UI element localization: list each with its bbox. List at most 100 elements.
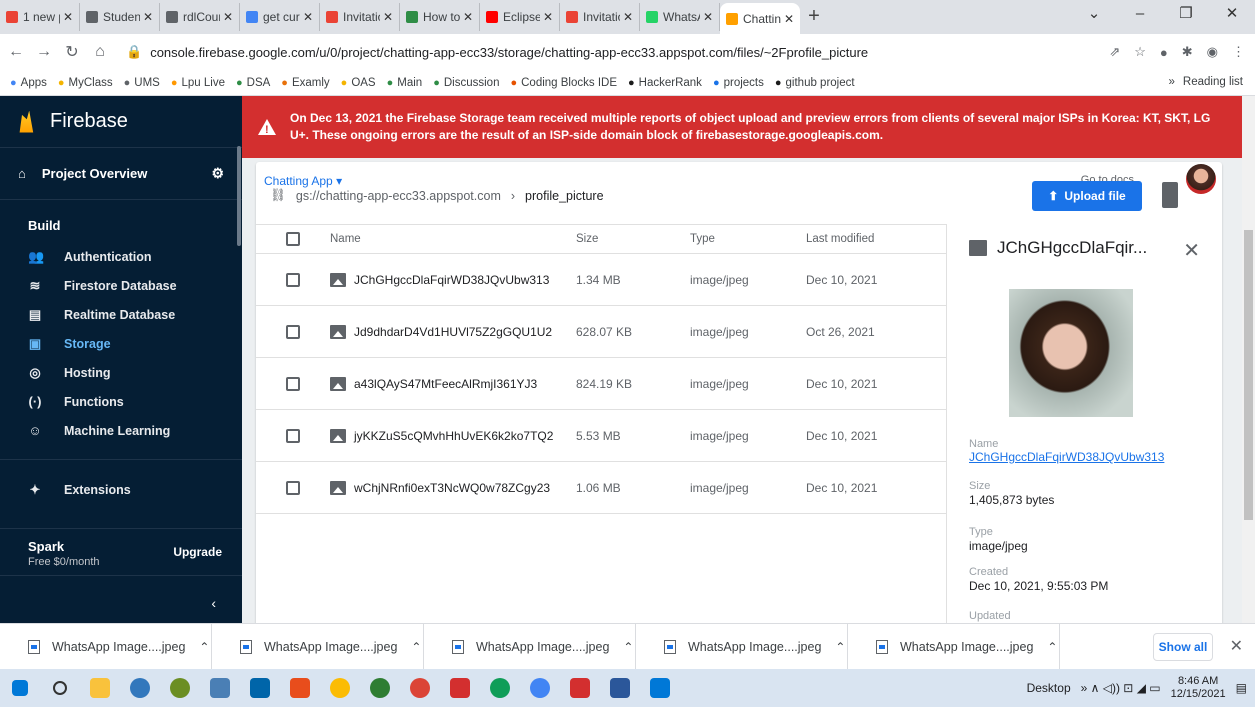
tab[interactable]: Invitatio✕ xyxy=(560,3,640,31)
table-row[interactable]: wChjNRnfi0exT3NcWQ0w78ZCgy23 1.06 MB image… xyxy=(256,462,946,514)
close-tab-icon[interactable]: ✕ xyxy=(143,10,153,24)
close-tab-icon[interactable]: ✕ xyxy=(63,10,73,24)
share-icon[interactable]: ⇗ xyxy=(1109,44,1120,60)
close-tab-icon[interactable]: ✕ xyxy=(303,10,313,24)
bookmark-item[interactable]: ● UMS xyxy=(124,77,160,89)
row-checkbox[interactable] xyxy=(286,428,300,443)
app-icon[interactable] xyxy=(200,669,240,707)
tab[interactable]: Invitatio✕ xyxy=(320,3,400,31)
sidebar-item-extensions[interactable]: ✦ Extensions xyxy=(0,459,242,507)
close-icon[interactable]: ✕ xyxy=(1209,0,1255,30)
header-type[interactable]: Type xyxy=(690,233,806,245)
row-checkbox[interactable] xyxy=(286,324,300,339)
sidebar-item-firestore-database[interactable]: ≋ Firestore Database xyxy=(0,271,242,300)
bookmark-item[interactable]: ● Lpu Live xyxy=(171,77,225,89)
clock[interactable]: 8:46 AM 12/15/2021 xyxy=(1171,675,1226,701)
notification-icon[interactable]: ▤ xyxy=(1236,681,1247,695)
sidebar-item-storage[interactable]: ▣ Storage xyxy=(0,329,242,358)
link-icon[interactable]: ⛓ xyxy=(270,188,286,203)
tab[interactable]: WhatsA✕ xyxy=(640,3,720,31)
bucket-path[interactable]: gs://chatting-app-ecc33.appspot.com xyxy=(296,189,501,203)
collapse-sidebar-icon[interactable]: ‹ xyxy=(211,595,216,611)
gear-icon[interactable]: ⚙ xyxy=(211,165,224,182)
reading-list-button[interactable]: Reading list xyxy=(1183,76,1243,88)
upgrade-button[interactable]: Upgrade xyxy=(173,545,222,559)
sidebar-scrollbar[interactable] xyxy=(237,146,241,246)
sidebar-item-authentication[interactable]: 👥 Authentication xyxy=(0,242,242,271)
file-name-cell[interactable]: jyKKZuS5cQMvhHhUvEK6k2ko7TQ2 xyxy=(330,428,576,443)
app-icon[interactable] xyxy=(160,669,200,707)
file-explorer-icon[interactable] xyxy=(80,669,120,707)
download-item[interactable]: WhatsApp Image....jpeg ⌃ xyxy=(212,623,424,670)
profile-icon[interactable]: ◉ xyxy=(1207,44,1218,60)
bookmark-item[interactable]: ● Examly xyxy=(281,77,329,89)
app-icon[interactable] xyxy=(360,669,400,707)
tab[interactable]: Chatting✕ xyxy=(720,3,800,34)
bookmark-item[interactable]: ● OAS xyxy=(341,77,376,89)
bookmark-item[interactable]: ● projects xyxy=(713,77,764,89)
sidebar-item-realtime-database[interactable]: ▤ Realtime Database xyxy=(0,300,242,329)
download-item[interactable]: WhatsApp Image....jpeg ⌃ xyxy=(848,623,1060,670)
row-checkbox[interactable] xyxy=(286,376,300,391)
chevron-down-icon[interactable]: ⌄ xyxy=(1071,0,1117,30)
close-tab-icon[interactable]: ✕ xyxy=(623,10,633,24)
app-icon[interactable] xyxy=(440,669,480,707)
sidebar-item-hosting[interactable]: ◎ Hosting xyxy=(0,358,242,387)
search-icon[interactable] xyxy=(40,669,80,707)
back-icon[interactable]: ← xyxy=(4,43,28,61)
sidebar-item-functions[interactable]: (·) Functions xyxy=(0,387,242,416)
extension-icon[interactable]: ● xyxy=(1160,45,1168,60)
desktop-label[interactable]: Desktop xyxy=(1027,681,1071,695)
star-icon[interactable]: ☆ xyxy=(1134,44,1146,60)
download-item[interactable]: WhatsApp Image....jpeg ⌃ xyxy=(636,623,848,670)
close-icon[interactable]: ✕ xyxy=(1183,238,1200,263)
table-row[interactable]: jyKKZuS5cQMvhHhUvEK6k2ko7TQ2 5.53 MB image… xyxy=(256,410,946,462)
chevron-up-icon[interactable]: ⌃ xyxy=(199,640,209,654)
tab[interactable]: How to ✕ xyxy=(400,3,480,31)
tab[interactable]: 1 new p✕ xyxy=(0,3,80,31)
more-bookmarks-icon[interactable]: » xyxy=(1169,76,1175,88)
bookmark-item[interactable]: ● DSA xyxy=(236,77,270,89)
download-item[interactable]: WhatsApp Image....jpeg ⌃ xyxy=(424,623,636,670)
bookmark-item[interactable]: ● Discussion xyxy=(433,77,499,89)
close-tab-icon[interactable]: ✕ xyxy=(703,10,713,24)
file-name-cell[interactable]: a43lQAyS47MtFeecAlRmjI361YJ3 xyxy=(330,376,576,391)
maximize-icon[interactable]: ❐ xyxy=(1163,0,1209,30)
chrome-icon[interactable] xyxy=(480,669,520,707)
chrome-icon[interactable] xyxy=(320,669,360,707)
word-icon[interactable] xyxy=(600,669,640,707)
row-checkbox[interactable] xyxy=(286,480,300,495)
download-item[interactable]: WhatsApp Image....jpeg ⌃ xyxy=(0,623,212,670)
file-name-cell[interactable]: wChjNRnfi0exT3NcWQ0w78ZCgy23 xyxy=(330,480,576,495)
puzzle-icon[interactable]: ✱ xyxy=(1182,44,1193,60)
chevron-up-icon[interactable]: ⌃ xyxy=(411,640,421,654)
page-scrollbar[interactable] xyxy=(1242,96,1255,623)
bookmark-item[interactable]: ● Main xyxy=(387,77,423,89)
bookmark-item[interactable]: ● Coding Blocks IDE xyxy=(510,77,617,89)
table-row[interactable]: Jd9dhdarD4Vd1HUVl75Z2gGQU1U2 628.07 KB ima… xyxy=(256,306,946,358)
file-name-cell[interactable]: JChGHgccDlaFqirWD38JQvUbw313 xyxy=(330,272,576,287)
app-icon[interactable] xyxy=(280,669,320,707)
name-value-link[interactable]: JChGHgccDlaFqirWD38JQvUbw313 xyxy=(969,450,1164,464)
tab[interactable]: Student✕ xyxy=(80,3,160,31)
select-all-checkbox[interactable] xyxy=(286,232,300,246)
bookmark-item[interactable]: ● github project xyxy=(775,77,855,89)
bookmark-item[interactable]: ● MyClass xyxy=(58,77,113,89)
header-modified[interactable]: Last modified xyxy=(806,233,926,245)
chevron-up-icon[interactable]: ⌃ xyxy=(623,640,633,654)
home-icon[interactable]: ⌂ xyxy=(88,43,112,61)
table-row[interactable]: JChGHgccDlaFqirWD38JQvUbw313 1.34 MB image… xyxy=(256,254,946,306)
project-overview-link[interactable]: ⌂ Project Overview ⚙ xyxy=(0,148,242,200)
minimize-icon[interactable]: – xyxy=(1117,0,1163,30)
tab[interactable]: Eclipse ✕ xyxy=(480,3,560,31)
chrome-icon[interactable] xyxy=(400,669,440,707)
close-icon[interactable]: ✕ xyxy=(1230,636,1243,656)
tab[interactable]: rdlCours✕ xyxy=(160,3,240,31)
firebase-logo[interactable]: Firebase xyxy=(0,96,242,148)
chevron-up-icon[interactable]: ⌃ xyxy=(835,640,845,654)
new-tab-button[interactable]: + xyxy=(800,3,828,31)
row-checkbox[interactable] xyxy=(286,272,300,287)
close-tab-icon[interactable]: ✕ xyxy=(463,10,473,24)
show-all-button[interactable]: Show all xyxy=(1153,633,1213,661)
vscode-icon[interactable] xyxy=(240,669,280,707)
